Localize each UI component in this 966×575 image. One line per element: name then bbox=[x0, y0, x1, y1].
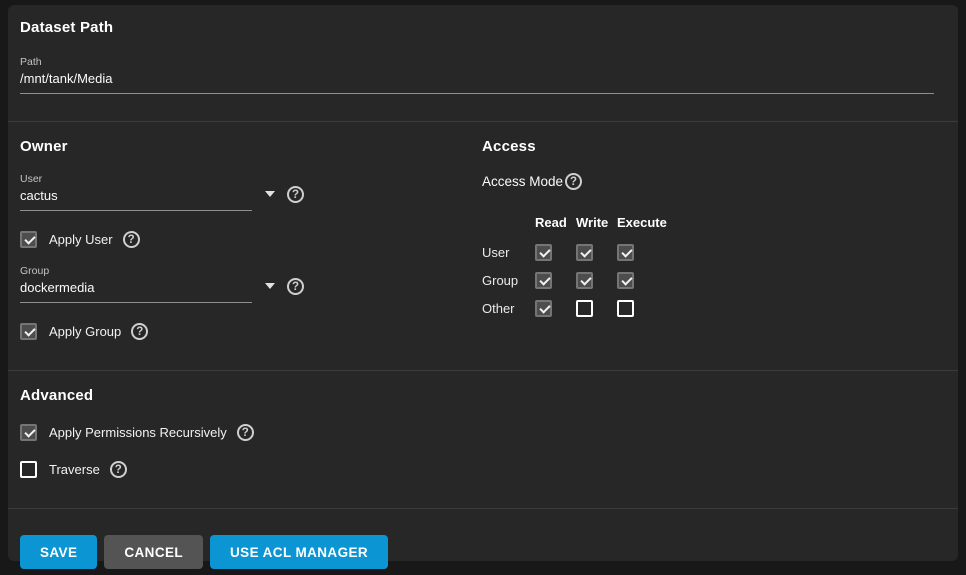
user-select-value[interactable]: cactus bbox=[20, 187, 252, 211]
col-header-write: Write bbox=[576, 215, 617, 230]
col-header-execute: Execute bbox=[617, 215, 673, 230]
group-dropdown-arrow-icon[interactable] bbox=[265, 283, 275, 289]
apply-recursively-help-icon[interactable]: ? bbox=[237, 424, 254, 441]
section-owner-access: Owner User cactus ? Apply User ? Group d… bbox=[8, 122, 958, 370]
group-select-label: Group bbox=[20, 265, 252, 277]
row-label-group: Group bbox=[482, 273, 535, 288]
edit-permissions-card: Dataset Path Path /mnt/tank/Media Owner … bbox=[8, 5, 958, 561]
apply-group-label: Apply Group bbox=[49, 324, 121, 339]
apply-recursively-checkbox[interactable] bbox=[20, 424, 37, 441]
apply-group-checkbox[interactable] bbox=[20, 323, 37, 340]
row-label-user: User bbox=[482, 245, 535, 260]
cancel-button[interactable]: CANCEL bbox=[104, 535, 203, 569]
access-row-other: Other bbox=[482, 294, 942, 322]
apply-user-checkbox[interactable] bbox=[20, 231, 37, 248]
access-mode-label: Access Mode bbox=[482, 174, 563, 189]
user-read-checkbox[interactable] bbox=[535, 244, 552, 261]
access-mode-grid: Read Write Execute User Group bbox=[482, 212, 942, 322]
group-read-checkbox[interactable] bbox=[535, 272, 552, 289]
group-select-value[interactable]: dockermedia bbox=[20, 279, 252, 303]
user-help-icon[interactable]: ? bbox=[287, 186, 304, 203]
access-row-user: User bbox=[482, 238, 942, 266]
owner-heading: Owner bbox=[20, 138, 482, 155]
col-header-read: Read bbox=[535, 215, 576, 230]
group-write-checkbox[interactable] bbox=[576, 272, 593, 289]
apply-group-row: Apply Group ? bbox=[20, 323, 482, 340]
user-execute-checkbox[interactable] bbox=[617, 244, 634, 261]
recursive-row: Apply Permissions Recursively ? bbox=[20, 424, 942, 441]
row-label-other: Other bbox=[482, 301, 535, 316]
apply-user-row: Apply User ? bbox=[20, 231, 482, 248]
section-advanced: Advanced Apply Permissions Recursively ?… bbox=[8, 371, 958, 508]
section-dataset-path: Dataset Path Path /mnt/tank/Media bbox=[8, 5, 958, 121]
group-select[interactable]: Group dockermedia bbox=[20, 265, 252, 303]
path-field-value[interactable]: /mnt/tank/Media bbox=[20, 70, 934, 94]
owner-column: Owner User cactus ? Apply User ? Group d… bbox=[20, 138, 482, 340]
advanced-heading: Advanced bbox=[20, 387, 942, 404]
footer-actions: SAVE CANCEL USE ACL MANAGER bbox=[8, 509, 958, 569]
user-write-checkbox[interactable] bbox=[576, 244, 593, 261]
apply-user-label: Apply User bbox=[49, 232, 113, 247]
access-mode-row: Access Mode ? bbox=[482, 173, 942, 190]
apply-group-help-icon[interactable]: ? bbox=[131, 323, 148, 340]
use-acl-manager-button[interactable]: USE ACL MANAGER bbox=[210, 535, 388, 569]
access-column: Access Access Mode ? Read Write Execute … bbox=[482, 138, 942, 340]
traverse-help-icon[interactable]: ? bbox=[110, 461, 127, 478]
user-dropdown-arrow-icon[interactable] bbox=[265, 191, 275, 197]
save-button[interactable]: SAVE bbox=[20, 535, 97, 569]
dataset-path-heading: Dataset Path bbox=[20, 19, 942, 36]
traverse-row: Traverse ? bbox=[20, 461, 942, 478]
access-grid-header: Read Write Execute bbox=[482, 212, 942, 232]
traverse-checkbox[interactable] bbox=[20, 461, 37, 478]
access-mode-help-icon[interactable]: ? bbox=[565, 173, 582, 190]
path-field[interactable]: Path /mnt/tank/Media bbox=[20, 56, 934, 94]
other-execute-checkbox[interactable] bbox=[617, 300, 634, 317]
apply-user-help-icon[interactable]: ? bbox=[123, 231, 140, 248]
group-select-row: Group dockermedia ? bbox=[20, 265, 482, 303]
path-field-label: Path bbox=[20, 56, 934, 68]
user-select-row: User cactus ? bbox=[20, 173, 482, 211]
access-heading: Access bbox=[482, 138, 942, 155]
group-execute-checkbox[interactable] bbox=[617, 272, 634, 289]
user-select[interactable]: User cactus bbox=[20, 173, 252, 211]
other-read-checkbox[interactable] bbox=[535, 300, 552, 317]
user-select-label: User bbox=[20, 173, 252, 185]
traverse-label: Traverse bbox=[49, 462, 100, 477]
other-write-checkbox[interactable] bbox=[576, 300, 593, 317]
apply-recursively-label: Apply Permissions Recursively bbox=[49, 425, 227, 440]
access-row-group: Group bbox=[482, 266, 942, 294]
group-help-icon[interactable]: ? bbox=[287, 278, 304, 295]
